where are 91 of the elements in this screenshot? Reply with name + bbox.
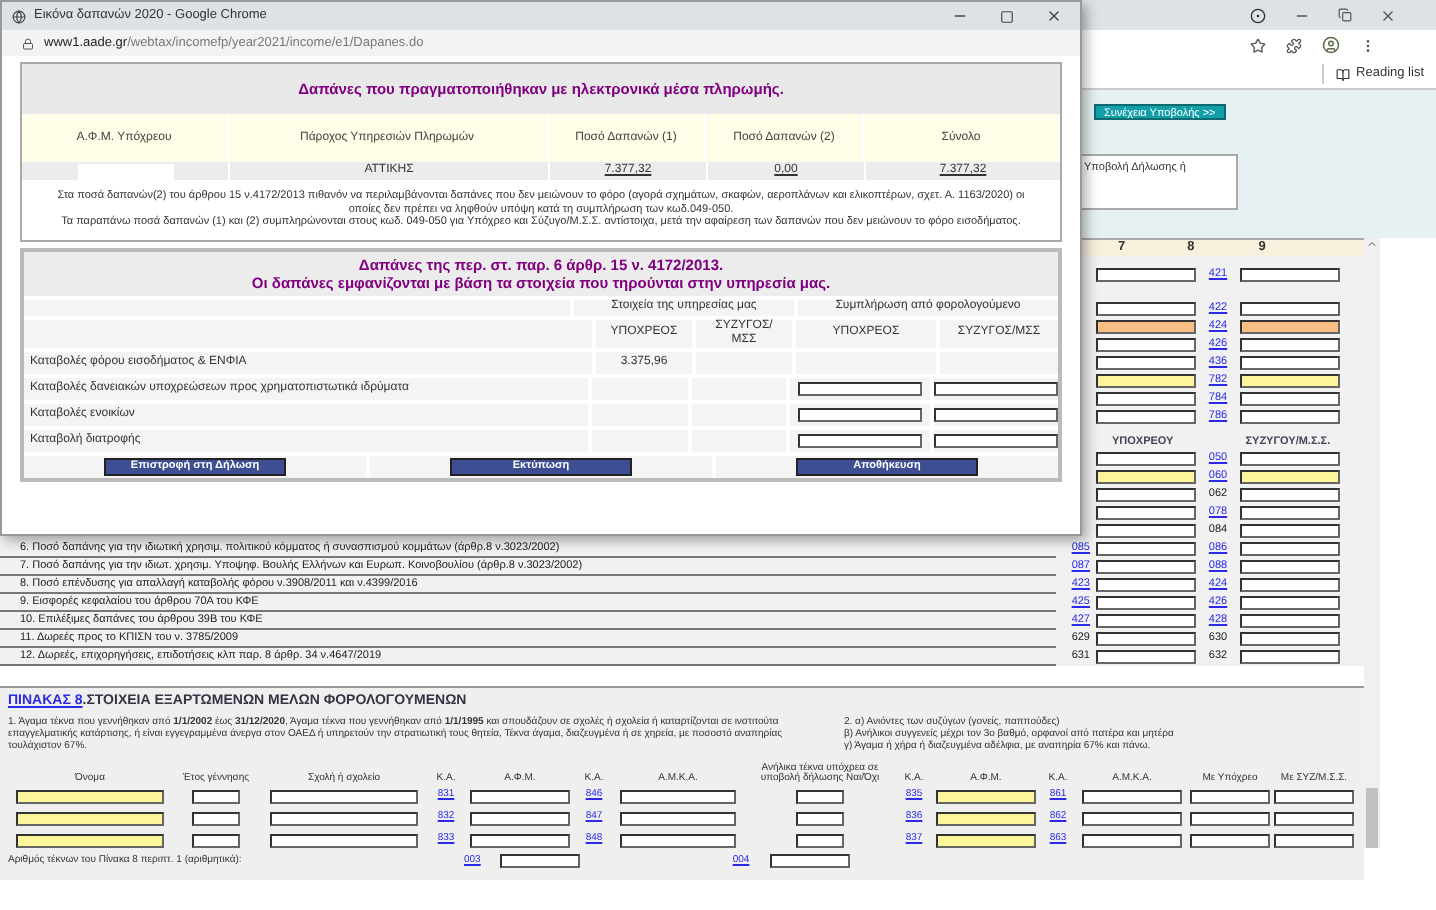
- input-field[interactable]: [1240, 578, 1340, 592]
- input-field[interactable]: [798, 407, 923, 421]
- input-field[interactable]: [1190, 833, 1270, 847]
- input-field[interactable]: [1096, 596, 1196, 610]
- input-field[interactable]: [192, 833, 240, 847]
- input-field[interactable]: [1240, 488, 1340, 502]
- input-field[interactable]: [1096, 320, 1196, 334]
- input-field[interactable]: [936, 789, 1036, 803]
- input-field[interactable]: [1240, 560, 1340, 574]
- input-field[interactable]: [192, 789, 240, 803]
- input-field[interactable]: [1190, 811, 1270, 825]
- input-field[interactable]: [1096, 578, 1196, 592]
- input-field[interactable]: [798, 433, 923, 447]
- input-field[interactable]: [16, 811, 164, 825]
- input-field[interactable]: [1274, 811, 1354, 825]
- input-field[interactable]: [1240, 452, 1340, 466]
- input-field[interactable]: [1096, 356, 1196, 370]
- input-field[interactable]: [16, 789, 164, 803]
- input-field[interactable]: [1096, 374, 1196, 388]
- input-field[interactable]: [1096, 560, 1196, 574]
- input-field[interactable]: [1240, 470, 1340, 484]
- input-field[interactable]: [1096, 524, 1196, 538]
- input-field[interactable]: [1082, 789, 1182, 803]
- input-field[interactable]: [1240, 410, 1340, 424]
- avatar-icon[interactable]: [1322, 36, 1340, 54]
- input-field[interactable]: [470, 833, 570, 847]
- lock-icon: [22, 37, 34, 49]
- input-field[interactable]: [796, 833, 844, 847]
- input-field[interactable]: [1240, 268, 1340, 282]
- close-icon[interactable]: [1380, 7, 1396, 23]
- input-field[interactable]: [1082, 833, 1182, 847]
- input-field[interactable]: [1096, 632, 1196, 646]
- input-field[interactable]: [1240, 542, 1340, 556]
- input-field[interactable]: [1240, 524, 1340, 538]
- maximize-icon[interactable]: [1000, 9, 1014, 23]
- media-icon[interactable]: [1250, 7, 1266, 23]
- input-field[interactable]: [1096, 470, 1196, 484]
- input-field[interactable]: [620, 811, 736, 825]
- input-field[interactable]: [1240, 596, 1340, 610]
- input-field[interactable]: [1096, 452, 1196, 466]
- input-field[interactable]: [270, 833, 418, 847]
- restore-icon[interactable]: [1338, 8, 1352, 22]
- input-field[interactable]: [470, 789, 570, 803]
- input-field[interactable]: [1240, 338, 1340, 352]
- input-field[interactable]: [1096, 614, 1196, 628]
- input-field[interactable]: [1096, 542, 1196, 556]
- input-field[interactable]: [1240, 320, 1340, 334]
- input-field[interactable]: [270, 789, 418, 803]
- input-field[interactable]: [1240, 356, 1340, 370]
- input-field[interactable]: [1096, 338, 1196, 352]
- input-field[interactable]: [1096, 268, 1196, 282]
- input-field[interactable]: [1190, 789, 1270, 803]
- input-field[interactable]: [620, 833, 736, 847]
- scroll-thumb[interactable]: [1366, 788, 1378, 848]
- input-field[interactable]: [936, 811, 1036, 825]
- input-field[interactable]: [620, 789, 736, 803]
- input-field[interactable]: [1240, 506, 1340, 520]
- star-icon[interactable]: [1250, 37, 1266, 53]
- input-field[interactable]: [769, 854, 850, 868]
- input-field[interactable]: [1082, 811, 1182, 825]
- input-field[interactable]: [934, 381, 1059, 395]
- input-field[interactable]: [936, 833, 1036, 847]
- input-field[interactable]: [270, 811, 418, 825]
- input-field[interactable]: [934, 433, 1059, 447]
- input-field[interactable]: [1240, 392, 1340, 406]
- close-icon[interactable]: [1046, 8, 1062, 24]
- input-field[interactable]: [796, 789, 844, 803]
- input-field[interactable]: [1240, 614, 1340, 628]
- input-field[interactable]: [16, 833, 164, 847]
- input-field[interactable]: [500, 854, 581, 868]
- input-field[interactable]: [1096, 392, 1196, 406]
- input-field[interactable]: [1096, 506, 1196, 520]
- input-field[interactable]: [1240, 374, 1340, 388]
- input-field[interactable]: [934, 407, 1059, 421]
- input-field[interactable]: [796, 811, 844, 825]
- input-field[interactable]: [470, 811, 570, 825]
- globe-icon: [12, 9, 26, 23]
- input-field[interactable]: [1240, 632, 1340, 646]
- input-field[interactable]: [192, 811, 240, 825]
- input-field[interactable]: [798, 381, 923, 395]
- puzzle-icon[interactable]: [1286, 37, 1302, 53]
- input-field[interactable]: [1274, 789, 1354, 803]
- input-field[interactable]: [1096, 302, 1196, 316]
- scrollbar[interactable]: [1364, 238, 1380, 848]
- input-field[interactable]: [1240, 650, 1340, 664]
- input-field[interactable]: [1274, 833, 1354, 847]
- input-field[interactable]: [1096, 488, 1196, 502]
- input-field[interactable]: [1096, 650, 1196, 664]
- input-field[interactable]: [1240, 302, 1340, 316]
- input-field[interactable]: [1096, 410, 1196, 424]
- reading-list-icon: [1336, 67, 1351, 81]
